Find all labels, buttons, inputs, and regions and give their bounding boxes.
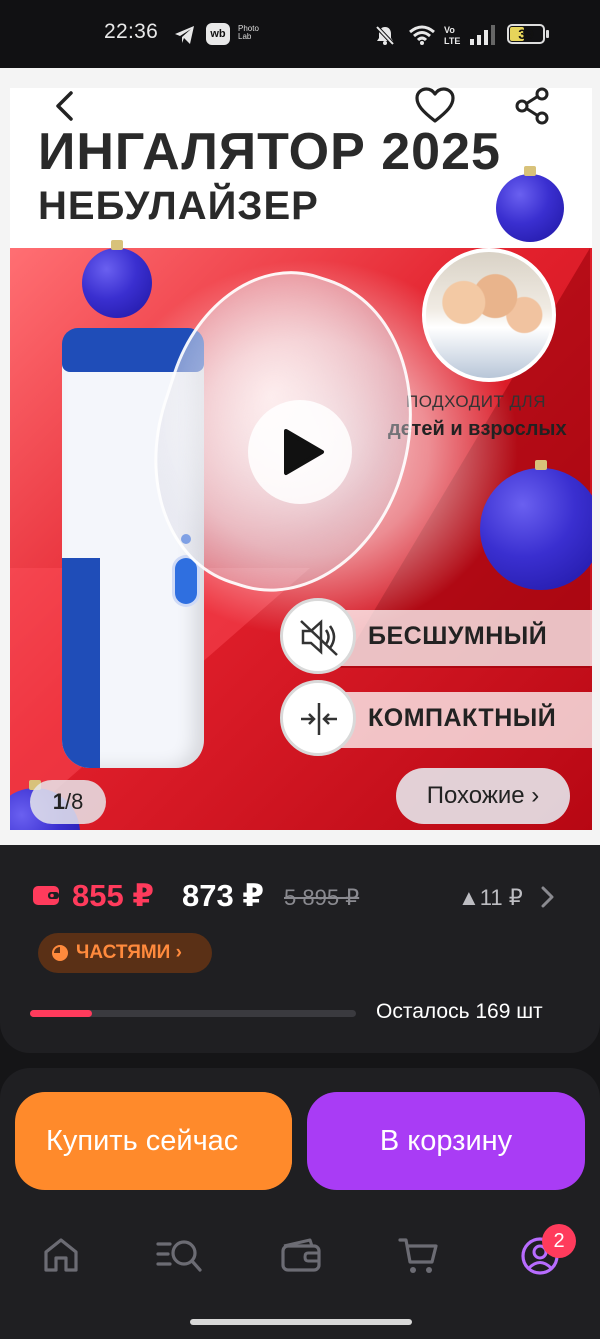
share-icon[interactable] <box>512 86 552 126</box>
add-to-cart-button[interactable]: В корзину <box>307 1092 585 1190</box>
battery-cap <box>546 30 549 38</box>
cart-icon[interactable] <box>398 1236 440 1276</box>
status-time: 22:36 <box>104 20 159 43</box>
battery-level: 39 <box>518 26 534 42</box>
wifi-icon <box>409 25 435 45</box>
image-title-line2: НЕБУЛАЙЗЕР <box>38 184 319 228</box>
wb-app-icon: wb <box>206 23 230 45</box>
gallery-counter: 1/8 <box>30 780 106 824</box>
volte-icon: Vo LTE <box>444 25 460 46</box>
image-suits-line1: ПОДХОДИТ ДЛЯ <box>406 392 546 411</box>
wallet-price-icon <box>33 886 59 905</box>
favorite-heart-icon[interactable] <box>414 86 456 126</box>
mute-feature-icon <box>280 598 356 674</box>
ornament <box>496 166 564 242</box>
photolab-app-icon: Photo Lab <box>238 24 259 41</box>
wallet-icon[interactable] <box>280 1236 322 1274</box>
profile-notification-badge: 2 <box>542 1224 576 1258</box>
gallery-counter-total: 8 <box>71 789 84 814</box>
stock-remaining: Осталось 169 шт <box>376 1000 543 1023</box>
svg-text:Vo: Vo <box>444 25 455 35</box>
feature-silent: БЕСШУМНЫЙ <box>368 622 548 650</box>
product-gallery[interactable]: ИНГАЛЯТОР 2025 НЕБУЛАЙЗЕР ПОДХОДИТ ДЛЯ д… <box>0 68 600 845</box>
pie-chart-icon <box>52 945 68 961</box>
svg-text:LTE: LTE <box>444 36 460 46</box>
chevron-right-icon[interactable] <box>538 883 558 911</box>
play-video-button[interactable] <box>248 400 352 504</box>
image-title-line1: ИНГАЛЯТОР 2025 <box>38 123 501 181</box>
home-icon[interactable] <box>42 1236 80 1274</box>
price-change[interactable]: ▲11 ₽ <box>458 885 523 911</box>
wallet-price: 855 ₽ <box>72 878 154 913</box>
stock-progress-fill <box>30 1010 92 1017</box>
play-icon <box>284 429 324 475</box>
similar-button[interactable]: Похожие › <box>396 768 570 824</box>
buy-now-button[interactable]: Купить сейчас <box>15 1092 292 1190</box>
installments-label: ЧАСТЯМИ › <box>76 942 182 963</box>
current-price: 873 ₽ <box>182 878 264 913</box>
home-indicator[interactable] <box>190 1319 412 1325</box>
ornament <box>480 460 592 590</box>
ornament <box>82 240 152 318</box>
old-price: 5 895 ₽ <box>284 885 360 910</box>
status-bar: 22:36 wb Photo Lab Vo LTE 39 <box>0 0 600 68</box>
feature-compact: КОМПАКТНЫЙ <box>368 704 557 732</box>
battery-icon: 39 <box>507 24 545 44</box>
stock-progress-bar <box>30 1010 356 1017</box>
signal-icon <box>470 25 495 45</box>
gallery-counter-current: 1 <box>52 789 65 814</box>
telegram-icon <box>175 26 194 44</box>
installments-button[interactable]: ЧАСТЯМИ › <box>38 933 212 973</box>
back-icon[interactable] <box>48 88 84 124</box>
family-photo <box>422 248 556 382</box>
image-suits-line2: детей и взрослых <box>388 418 567 440</box>
compact-feature-icon <box>280 680 356 756</box>
mute-icon <box>375 25 395 46</box>
catalog-search-icon[interactable] <box>156 1236 204 1274</box>
